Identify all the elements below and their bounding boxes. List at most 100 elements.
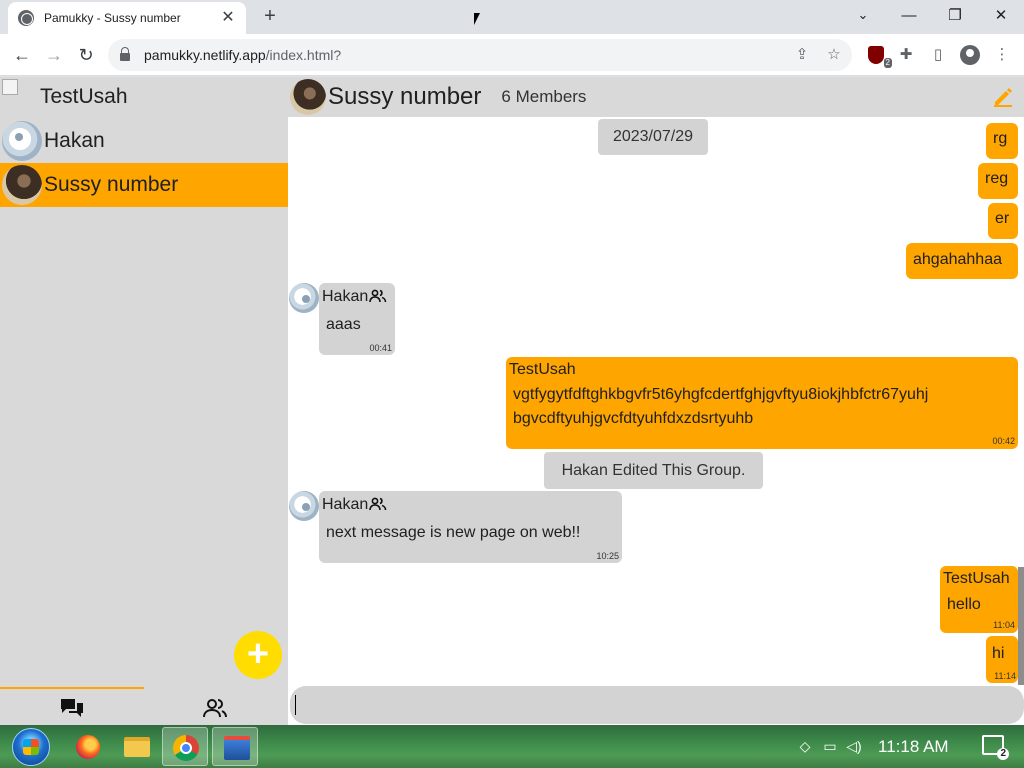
minimize-button[interactable]: — xyxy=(886,0,932,30)
sidebar: TestUsah Hakan Sussy number + xyxy=(0,77,288,725)
avatar xyxy=(2,121,42,161)
group-avatar[interactable] xyxy=(290,79,326,115)
side-panel-icon[interactable]: ▯ xyxy=(928,45,948,65)
ublock-extension-icon[interactable]: 2 xyxy=(866,45,892,68)
message-text: bgvcdftyuhjgvcfdtyuhfdxzdsrtyuhb xyxy=(513,410,754,427)
message-text: aaas xyxy=(326,316,361,333)
app-window-icon xyxy=(224,736,250,760)
sender-name: Hakan xyxy=(322,496,387,514)
browser-tabstrip: Pamukky - Sussy number ✕ + ⌄ — ❐ ✕ xyxy=(0,0,1024,34)
message-bubble[interactable]: Hakan aaas 00:41 xyxy=(319,283,395,355)
message-text: hello xyxy=(947,596,981,613)
sender-name-text: Hakan xyxy=(322,496,369,513)
notifications-icon[interactable]: 2 xyxy=(982,735,1009,760)
address-bar[interactable]: pamukky.netlify.app/index.html? ⇪ ☆ xyxy=(108,39,852,71)
window-close-button[interactable]: ✕ xyxy=(978,0,1024,30)
message-bubble[interactable]: TestUsah hello 11:04 xyxy=(940,566,1018,633)
message-bubble[interactable]: hi 11:14 xyxy=(986,636,1018,683)
message-text: reg xyxy=(985,170,1009,187)
extensions-puzzle-icon[interactable]: ✚ xyxy=(896,45,916,65)
people-icon xyxy=(369,289,387,303)
pencil-icon[interactable] xyxy=(992,86,1014,108)
url-host: pamukky.netlify.app xyxy=(144,47,266,63)
message-text: next message is new page on web!! xyxy=(326,524,581,541)
message-text: hi xyxy=(992,645,1005,662)
message-text: er xyxy=(995,210,1010,227)
scrollbar[interactable] xyxy=(1018,567,1024,685)
chat-item-hakan[interactable]: Hakan xyxy=(0,119,288,163)
bookmark-star-icon[interactable]: ☆ xyxy=(824,45,844,65)
taskbar-chrome[interactable] xyxy=(162,727,208,766)
tab-search-chevron-icon[interactable]: ⌄ xyxy=(840,0,886,30)
message-bubble[interactable]: Hakan next message is new page on web!! … xyxy=(319,491,622,563)
message-time: 11:14 xyxy=(994,671,1016,681)
restore-button[interactable]: ❐ xyxy=(932,0,978,30)
taskbar: ◇ ▭ ◁) 11:18 AM 2 xyxy=(0,725,1024,768)
volume-icon[interactable]: ◁) xyxy=(846,738,862,754)
current-user-row[interactable]: TestUsah xyxy=(0,77,288,119)
message-bubble[interactable]: er xyxy=(988,203,1018,239)
chat-header: Sussy number 6 Members xyxy=(288,77,1024,117)
share-icon[interactable]: ⇪ xyxy=(792,45,812,65)
new-tab-button[interactable]: + xyxy=(258,5,282,29)
member-count[interactable]: 6 Members xyxy=(501,87,586,107)
sender-name: TestUsah xyxy=(509,361,576,378)
chat-item-label: Sussy number xyxy=(44,173,179,196)
back-button[interactable]: ← xyxy=(10,43,34,67)
windows-logo-icon xyxy=(23,739,39,755)
lock-icon xyxy=(120,47,130,61)
forward-button[interactable]: → xyxy=(42,43,66,67)
date-separator: 2023/07/29 xyxy=(598,119,708,155)
message-bubble[interactable]: ahgahahhaa xyxy=(906,243,1018,279)
ublock-badge: 2 xyxy=(883,58,892,68)
sender-name-text: Hakan xyxy=(322,288,369,305)
network-icon[interactable]: ▭ xyxy=(822,738,838,754)
message-text: vgtfygytfdftghkbgvfr5t6yhgfcdertfghjgvft… xyxy=(513,386,929,403)
message-bubble[interactable]: rg xyxy=(986,123,1018,159)
chat-item-sussy-number[interactable]: Sussy number xyxy=(0,163,288,207)
url-text: pamukky.netlify.app/index.html? xyxy=(144,47,341,63)
current-user-name: TestUsah xyxy=(40,85,128,108)
broken-image-icon xyxy=(2,79,18,95)
bottom-tabs xyxy=(0,687,288,725)
sender-name: Hakan xyxy=(322,288,387,306)
message-list[interactable]: 2023/07/29 rg reg er ahgahahhaa Hakan aa… xyxy=(288,117,1024,685)
start-button[interactable] xyxy=(12,728,50,766)
notification-count: 2 xyxy=(997,748,1009,760)
sender-avatar[interactable] xyxy=(289,283,319,313)
tab-indicator xyxy=(0,687,144,689)
app-viewport: TestUsah Hakan Sussy number + Sussy numb… xyxy=(0,77,1024,725)
message-text: ahgahahhaa xyxy=(913,251,1002,268)
chrome-icon xyxy=(173,735,199,761)
browser-menu-icon[interactable]: ⋮ xyxy=(992,45,1012,65)
add-chat-button[interactable]: + xyxy=(234,631,282,679)
message-bubble[interactable]: TestUsah vgtfygytfdftghkbgvfr5t6yhgfcder… xyxy=(506,357,1018,449)
folder-icon xyxy=(124,737,150,757)
text-caret xyxy=(295,695,296,715)
browser-tab[interactable]: Pamukky - Sussy number ✕ xyxy=(8,2,246,34)
message-time: 00:41 xyxy=(369,343,392,353)
avatar xyxy=(2,165,42,205)
chat-bubbles-icon[interactable] xyxy=(59,697,85,719)
sender-name: TestUsah xyxy=(943,570,1010,587)
people-icon[interactable] xyxy=(202,697,228,719)
action-center-flag-icon[interactable]: ◇ xyxy=(797,738,813,754)
system-clock[interactable]: 11:18 AM xyxy=(878,737,949,757)
message-text: rg xyxy=(993,130,1008,147)
chat-item-label: Hakan xyxy=(44,129,105,152)
people-icon xyxy=(369,497,387,511)
system-message: Hakan Edited This Group. xyxy=(544,452,763,489)
close-tab-icon[interactable]: ✕ xyxy=(220,10,236,26)
message-input[interactable] xyxy=(290,686,1024,724)
taskbar-file-explorer[interactable] xyxy=(113,727,159,766)
profile-avatar-icon[interactable] xyxy=(960,45,980,65)
url-path: /index.html? xyxy=(265,47,342,63)
reload-button[interactable]: ↻ xyxy=(74,43,98,67)
taskbar-firefox[interactable] xyxy=(64,727,110,766)
taskbar-app[interactable] xyxy=(212,727,258,766)
message-time: 11:04 xyxy=(993,620,1015,630)
browser-toolbar: ← → ↻ pamukky.netlify.app/index.html? ⇪ … xyxy=(0,34,1024,76)
message-bubble[interactable]: reg xyxy=(978,163,1018,199)
tab-title: Pamukky - Sussy number xyxy=(44,11,181,25)
sender-avatar[interactable] xyxy=(289,491,319,521)
